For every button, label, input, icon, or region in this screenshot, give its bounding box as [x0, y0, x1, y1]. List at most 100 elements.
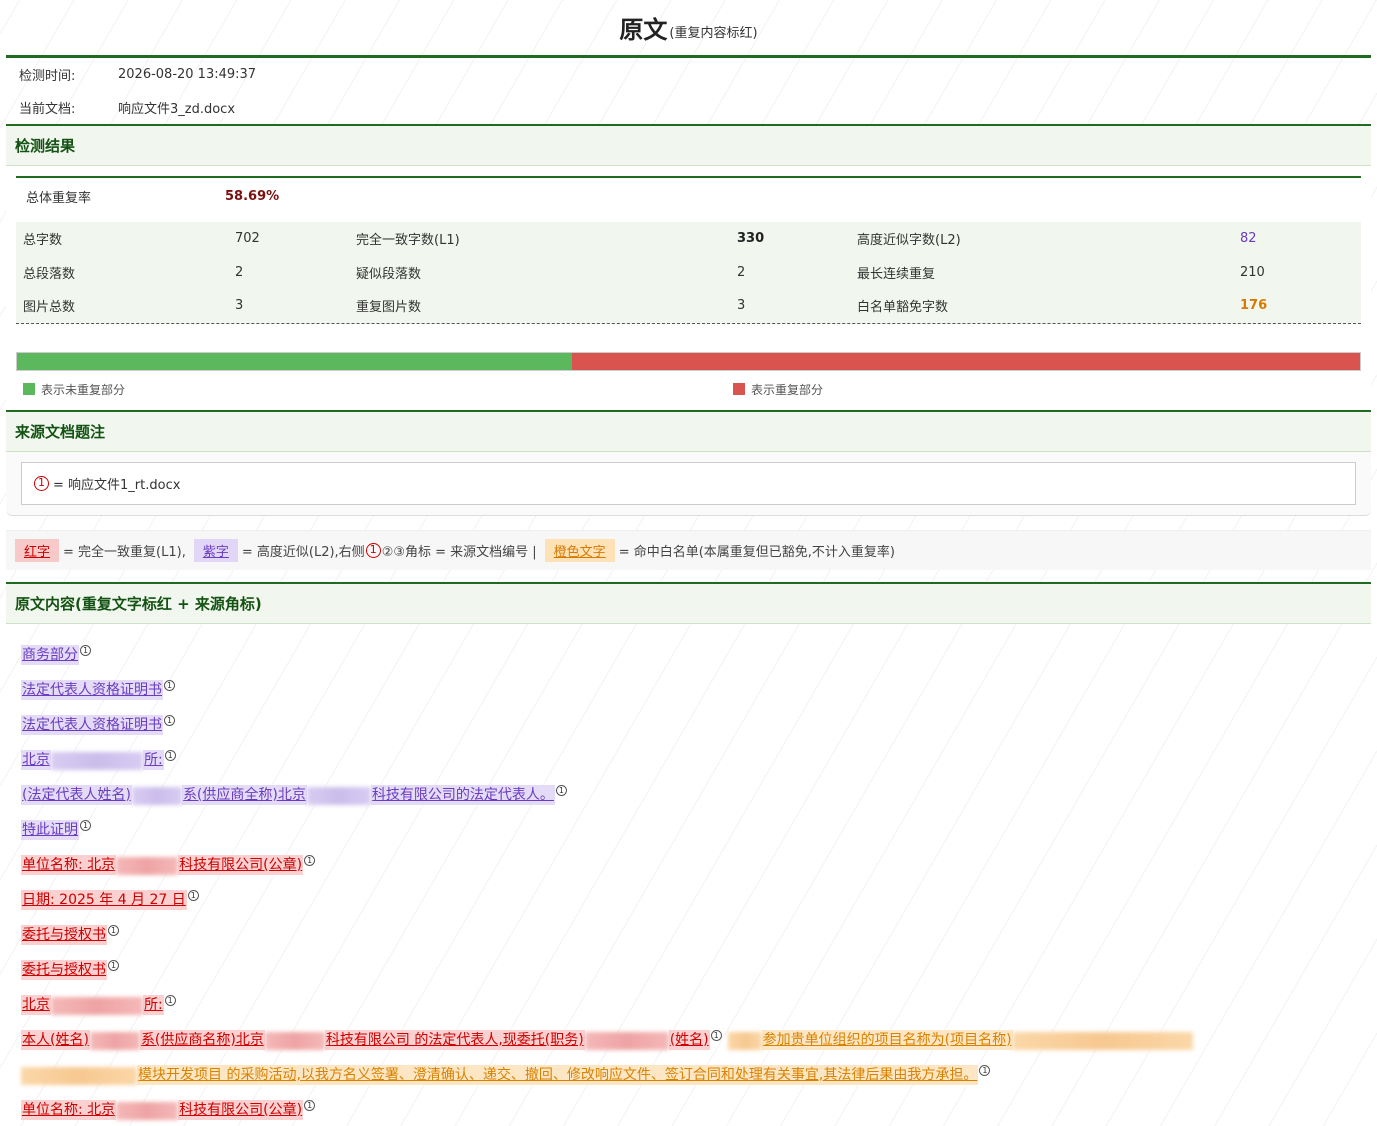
stat-label: 白名单豁免字数: [857, 300, 949, 316]
legend-green-label: 表示未重复部分: [41, 382, 126, 397]
source-marker-icon: 1: [108, 924, 119, 936]
stat-row-2: 总段落数 2 疑似段落数 2 最长连续重复 210: [16, 256, 1361, 290]
stat-value: 2: [737, 264, 746, 280]
l1-segment: 科技有限公司 的法定代表人,现委托(职务): [324, 1029, 585, 1050]
l1-segment: 单位名称: 北京: [21, 854, 117, 875]
l2-segment: 法定代表人资格证明书: [21, 714, 163, 735]
source-text: = 响应文件1_rt.docx: [53, 477, 181, 493]
paragraph: 单位名称: 北京 科技有限公司(公章) 1: [21, 846, 1356, 881]
source-marker-icon: 1: [164, 714, 175, 726]
source-marker-icon: 1: [304, 854, 316, 866]
source-marker-icon: 1: [80, 644, 91, 656]
page: 原文 (重复内容标红) 检测时间: 2026-08-20 13:49:37 当前…: [0, 0, 1377, 1126]
purple-desc: = 高度近似(L2),右侧: [241, 544, 365, 560]
whitelist-segment: 参加贵单位组织的项目名称为(项目名称): [761, 1029, 1013, 1050]
page-subtitle: (重复内容标红): [669, 26, 758, 41]
l2-segment: 商务部分: [21, 644, 79, 665]
overall-rate-row: 总体重复率 58.69%: [16, 176, 1361, 214]
redacted-block: [21, 1066, 137, 1085]
l1-segment: 科技有限公司(公章): [178, 854, 304, 875]
paragraph: 本人(姓名) 系(供应商名称)北京 科技有限公司 的法定代表人,现委托(职务) (姓名…: [21, 1021, 1356, 1056]
stat-value: 2: [235, 264, 244, 280]
stat-label: 重复图片数: [356, 300, 422, 316]
whitelist-segment: 模块开发项目 的采购活动,以我方名义签署、澄清确认、递交、撤回、修改响应文件、签…: [137, 1064, 979, 1085]
l1-segment: 所:: [143, 994, 164, 1015]
paragraph: 模块开发项目 的采购活动,以我方名义签署、澄清确认、递交、撤回、修改响应文件、签…: [21, 1056, 1356, 1091]
bar-legend: 表示未重复部分 表示重复部分: [16, 381, 1361, 398]
purple-tag: 紫字: [193, 538, 238, 562]
legend-red-label: 表示重复部分: [751, 382, 824, 397]
l1-segment: 本人(姓名): [21, 1029, 90, 1050]
source-marker-icon: 1: [108, 959, 119, 971]
l1-segment: (姓名): [668, 1029, 710, 1050]
paragraph: 商务部分 1: [21, 636, 1356, 671]
l2-segment: 所:: [143, 749, 164, 770]
paragraph: 日期: 2025 年 4 月 27 日1: [21, 881, 1356, 916]
l1-segment: 科技有限公司(公章): [178, 1099, 304, 1120]
paragraph: 特此证明 1: [21, 811, 1356, 846]
l1-segment: 委托与授权书: [21, 924, 107, 945]
source-marker-icon: 1: [80, 819, 91, 831]
source-marker-icon: 1: [164, 679, 175, 691]
stat-label: 完全一致字数(L1): [356, 233, 460, 249]
stat-value: 210: [1240, 264, 1265, 280]
redacted-block: [727, 1031, 762, 1050]
stat-value: 3: [737, 298, 746, 314]
doc-value: 响应文件3_zd.docx: [118, 102, 236, 117]
page-header: 原文 (重复内容标红): [6, 0, 1371, 58]
rate-value: 58.69%: [225, 188, 280, 204]
source-marker-icon: 1: [164, 994, 176, 1006]
paragraph: 法定代表人资格证明书 1: [21, 706, 1356, 741]
stat-value: 702: [235, 231, 260, 247]
duplicate-bar-segment: [571, 352, 1360, 370]
l1-segment: 单位名称: 北京: [21, 1099, 117, 1120]
l2-segment: 法定代表人资格证明书: [21, 679, 163, 700]
redacted-block: [584, 1031, 669, 1050]
content-heading: 原文内容(重复文字标红 + 来源角标): [6, 581, 1371, 624]
meta-doc-row: 当前文档: 响应文件3_zd.docx: [6, 91, 1371, 124]
paragraph: 委托与授权书 1: [21, 916, 1356, 951]
orange-desc: = 命中白名单(本属重复但已豁免,不计入重复率): [618, 544, 895, 560]
paragraph: 委托与授权书 1: [21, 951, 1356, 986]
stat-value: 82: [1240, 231, 1257, 247]
stat-label: 图片总数: [23, 300, 76, 316]
stat-row-3: 图片总数 3 重复图片数 3 白名单豁免字数 176: [16, 289, 1361, 323]
red-swatch-icon: [733, 383, 745, 396]
sources-heading: 来源文档题注: [6, 409, 1371, 452]
green-swatch-icon: [23, 383, 35, 396]
rate-label: 总体重复率: [26, 190, 92, 206]
source-marker-icon: 1: [979, 1064, 991, 1076]
redacted-block: [51, 996, 143, 1015]
source-marker-icon: 1: [164, 749, 176, 761]
non-duplicate-bar-segment: [17, 352, 572, 370]
source-marker-icon: 1: [555, 784, 567, 796]
results-panel: 总体重复率 58.69% 总字数 702 完全一致字数(L1) 330 高度近似…: [6, 166, 1371, 410]
red-tag: 红字: [15, 538, 60, 562]
time-value: 2026-08-20 13:49:37: [118, 67, 257, 82]
redacted-block: [264, 1031, 325, 1050]
stat-value: 330: [737, 231, 765, 247]
results-heading: 检测结果: [6, 124, 1371, 166]
duplicate-ratio-bar: [16, 351, 1361, 371]
paragraph: 北京 所: 1: [21, 741, 1356, 776]
legend-red: 表示重复部分: [733, 381, 823, 398]
page-title: 原文: [619, 16, 668, 44]
stat-label: 疑似段落数: [356, 266, 422, 282]
redacted-block: [116, 1101, 179, 1120]
l1-segment: 系(供应商名称)北京: [139, 1029, 265, 1050]
l2-segment: 系(供应商全称)北京: [181, 784, 307, 805]
l2-segment: 特此证明: [21, 819, 79, 840]
meta-info: 检测时间: 2026-08-20 13:49:37 当前文档: 响应文件3_zd…: [6, 58, 1371, 124]
redacted-block: [306, 786, 371, 805]
paragraph: 单位名称: 北京 科技有限公司(公章) 1: [21, 1091, 1356, 1126]
paragraph: 北京 所: 1: [21, 986, 1356, 1021]
stat-row-1: 总字数 702 完全一致字数(L1) 330 高度近似字数(L2) 82: [16, 222, 1361, 256]
meta-time-row: 检测时间: 2026-08-20 13:49:37: [6, 58, 1371, 91]
sources-panel: 1 = 响应文件1_rt.docx: [6, 451, 1371, 516]
time-label: 检测时间:: [19, 69, 76, 84]
source-marker-icon: 1: [187, 889, 199, 901]
redacted-block: [89, 1031, 140, 1050]
stat-value: 3: [235, 298, 244, 314]
orange-tag: 橙色文字: [544, 538, 615, 562]
legend-green: 表示未重复部分: [23, 381, 733, 398]
